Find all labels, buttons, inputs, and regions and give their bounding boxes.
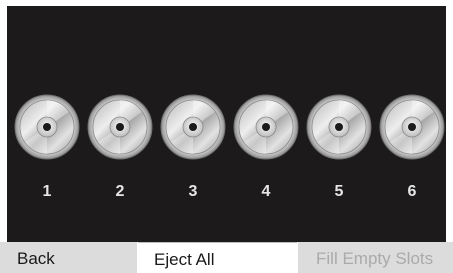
cd-disc-icon xyxy=(87,94,153,160)
back-button[interactable]: Back xyxy=(0,242,137,273)
cd-disc-icon xyxy=(233,94,299,160)
slot-number: 1 xyxy=(42,183,52,200)
slot-number: 3 xyxy=(188,183,198,200)
fill-empty-slots-button[interactable]: Fill Empty Slots xyxy=(298,242,453,273)
slot-number: 6 xyxy=(407,183,417,200)
disc-changer-screen: 1 2 3 4 5 6 xyxy=(7,6,446,242)
cd-disc-icon xyxy=(160,94,226,160)
disc-slot-3[interactable]: 3 xyxy=(160,94,226,204)
disc-slot-4[interactable]: 4 xyxy=(233,94,299,204)
cd-disc-icon xyxy=(14,94,80,160)
slot-number: 5 xyxy=(334,183,344,200)
slot-number: 2 xyxy=(115,183,125,200)
disc-slot-1[interactable]: 1 xyxy=(14,94,80,204)
slot-number: 4 xyxy=(261,183,271,200)
cd-disc-icon xyxy=(379,94,445,160)
disc-slot-row: 1 2 3 4 5 6 xyxy=(7,94,446,204)
disc-slot-6[interactable]: 6 xyxy=(379,94,445,204)
disc-slot-5[interactable]: 5 xyxy=(306,94,372,204)
eject-all-button[interactable]: Eject All xyxy=(138,242,297,273)
cd-disc-icon xyxy=(306,94,372,160)
softkey-bar: Back Eject All Fill Empty Slots xyxy=(0,242,453,273)
disc-slot-2[interactable]: 2 xyxy=(87,94,153,204)
